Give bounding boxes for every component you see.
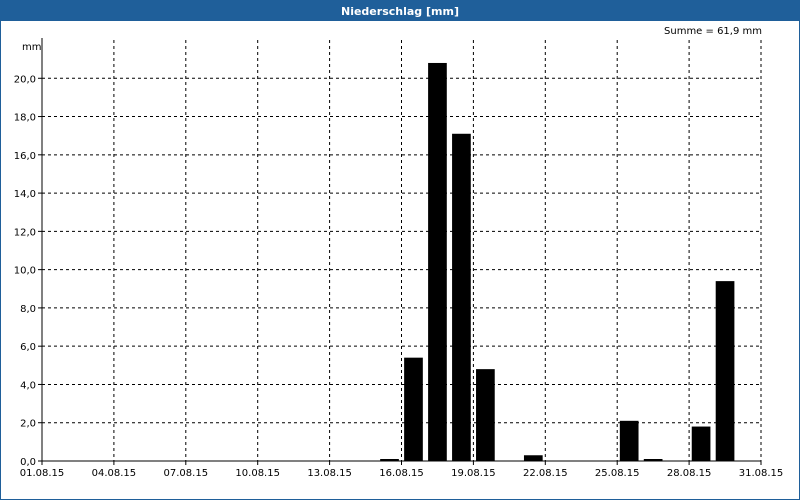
y-tick-label: 4,0: [20, 380, 36, 391]
bar-18.08.15: [452, 133, 471, 461]
bar-16.08.15: [404, 357, 423, 461]
y-tick-labels: 0,0 2,0 4,0 6,0 8,0 10,0 12,0 14,0 16,0 18,0 20,0: [14, 74, 36, 468]
x-tick-label: 19.08.15: [451, 468, 496, 479]
bar-19.08.15: [476, 369, 495, 461]
bar-17.08.15: [428, 62, 447, 462]
bar-21.08.15: [523, 455, 543, 461]
y-tick-label: 20,0: [14, 74, 36, 85]
x-tick-label: 10.08.15: [235, 468, 280, 479]
y-tick-label: 0,0: [20, 457, 36, 468]
bar-series: [380, 62, 735, 462]
y-tick-label: 8,0: [20, 304, 36, 315]
y-axis-unit-label: mm: [22, 42, 41, 53]
x-tick-label: 22.08.15: [523, 468, 568, 479]
y-tick-label: 18,0: [14, 113, 36, 124]
y-tick-label: 2,0: [20, 419, 36, 430]
bar-25.08.15: [619, 420, 639, 461]
axes: [38, 38, 762, 465]
bar-28.08.15: [691, 426, 711, 461]
x-tick-label: 07.08.15: [164, 468, 209, 479]
y-tick-label: 10,0: [14, 266, 36, 277]
x-tick-label: 13.08.15: [307, 468, 352, 479]
y-tick-label: 14,0: [14, 189, 36, 200]
y-tick-label: 12,0: [14, 227, 36, 238]
grid-lines: [42, 40, 762, 461]
bar-29.08.15: [715, 281, 735, 461]
x-tick-labels: 01.08.15 04.08.15 07.08.15 10.08.15 13.08.15…: [20, 468, 784, 479]
precipitation-chart: 0,02,04,06,08,010,012,014,016,018,020,0 …: [14, 38, 784, 479]
y-tick-label: 16,0: [14, 151, 36, 162]
x-tick-label: 16.08.15: [379, 468, 424, 479]
x-tick-label: 25.08.15: [595, 468, 640, 479]
x-tick-label: 31.08.15: [739, 468, 784, 479]
x-tick-label: 01.08.15: [20, 468, 65, 479]
y-tick-label: 6,0: [20, 342, 36, 353]
x-tick-label: 28.08.15: [667, 468, 712, 479]
x-tick-label: 04.08.15: [92, 468, 137, 479]
